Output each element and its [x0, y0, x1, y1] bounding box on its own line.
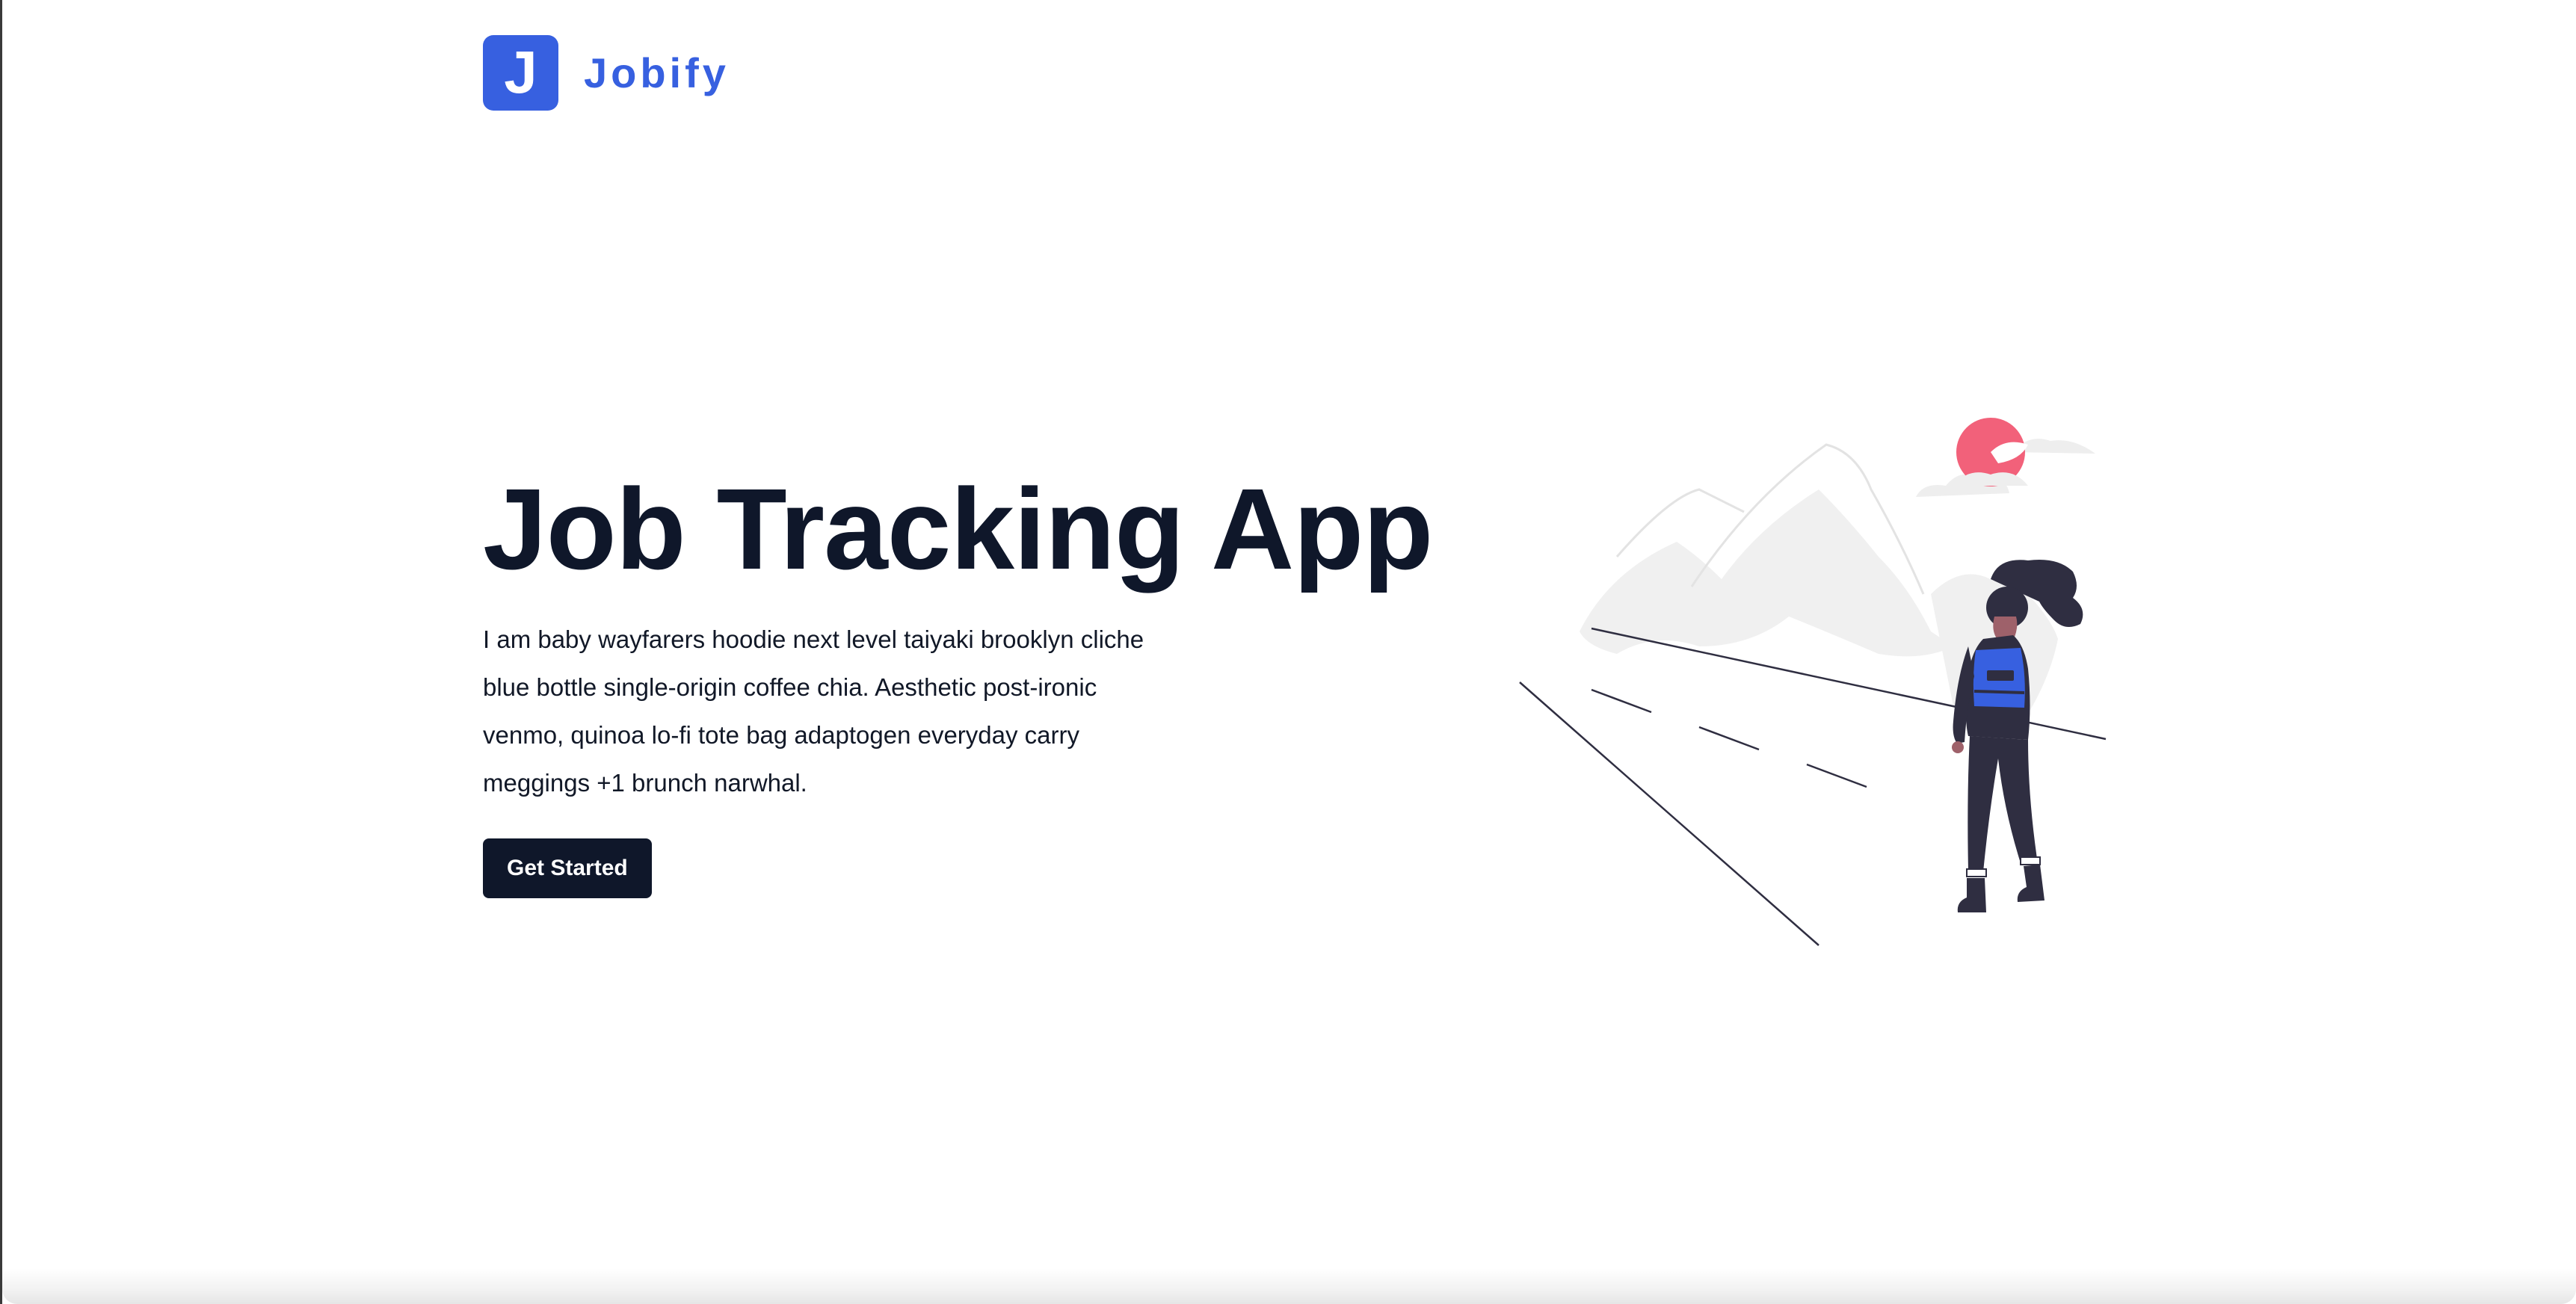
window-bottom-shadow — [2, 1268, 2576, 1304]
landing-page: J Jobify Job Tracking App I am baby wayf… — [0, 0, 2576, 1304]
brand-name: Jobify — [584, 49, 730, 96]
hero-section: Job Tracking App I am baby wayfarers hoo… — [483, 469, 1455, 898]
get-started-button[interactable]: Get Started — [483, 838, 652, 898]
navbar: J Jobify — [483, 34, 730, 111]
logo-icon: J — [483, 34, 558, 111]
hero-description: I am baby wayfarers hoodie next level ta… — [483, 625, 1144, 797]
hero-title: Job Tracking App — [483, 465, 1433, 593]
logo-letter: J — [504, 39, 537, 105]
person-hiking-illustration — [1519, 418, 2107, 946]
